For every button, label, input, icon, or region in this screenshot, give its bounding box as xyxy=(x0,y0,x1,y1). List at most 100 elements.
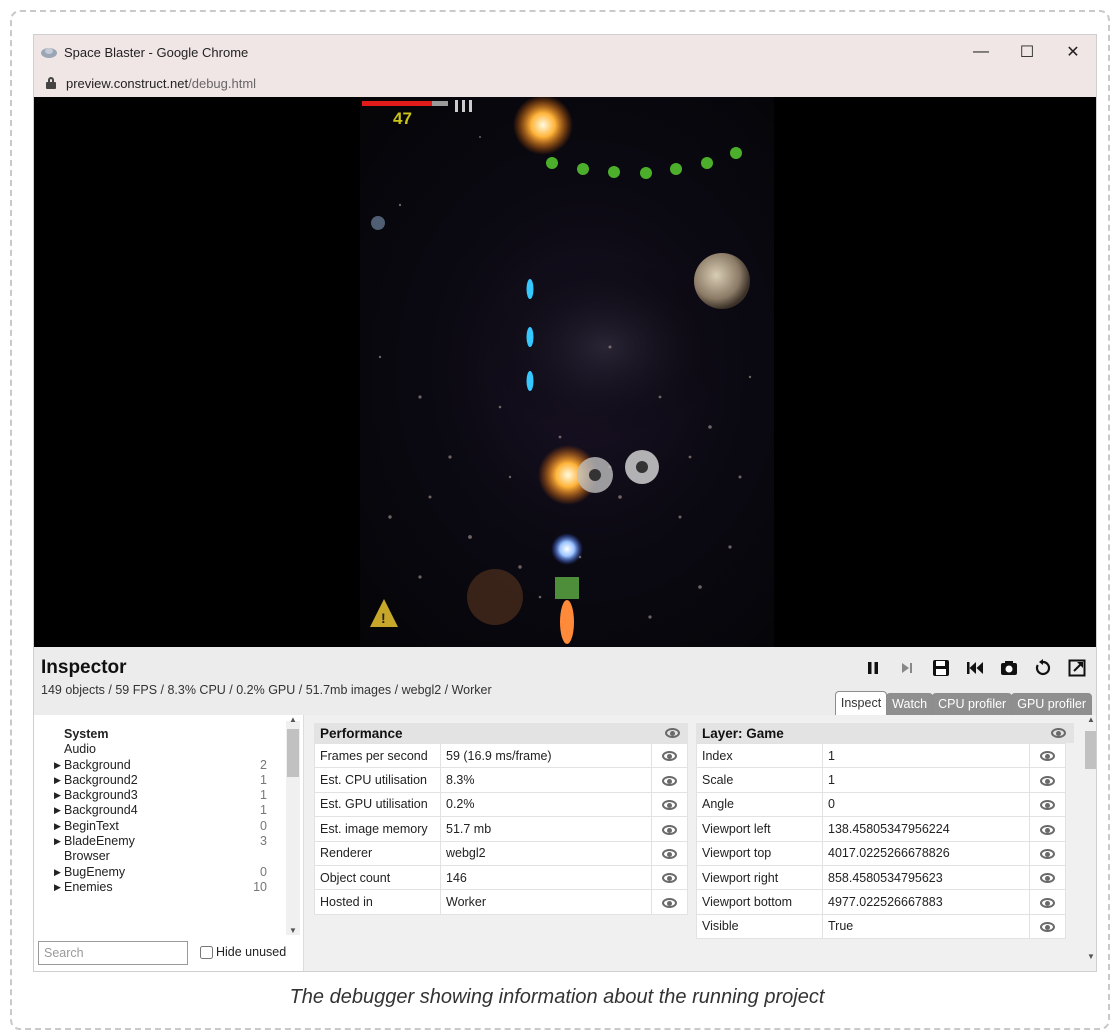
layer-table: Index 1 Scale 1 Angle 0 Viewport left 138.45805… xyxy=(696,742,1066,940)
restart-icon[interactable] xyxy=(1032,657,1054,679)
property-row: Est. CPU utilisation 8.3% xyxy=(314,767,688,793)
expand-arrow-icon[interactable]: ▶ xyxy=(54,758,64,773)
property-row: Visible True xyxy=(696,913,1066,940)
eye-icon[interactable] xyxy=(1040,897,1055,908)
properties-scrollbar[interactable]: ▲ ▼ xyxy=(1084,715,1096,961)
game-canvas[interactable]: 47 ! xyxy=(360,97,774,647)
object-count xyxy=(247,727,267,742)
property-value[interactable]: 0 xyxy=(822,791,1030,818)
expand-arrow-icon[interactable]: ▶ xyxy=(54,788,64,803)
health-bar xyxy=(362,101,432,106)
watch-toggle[interactable] xyxy=(651,791,688,818)
object-list-item[interactable]: ▶ Background 2 xyxy=(34,758,282,773)
watch-toggle[interactable] xyxy=(1029,913,1066,940)
watch-toggle[interactable] xyxy=(1029,840,1066,866)
address-bar[interactable]: preview.construct.net/debug.html xyxy=(34,69,1096,97)
restore-icon[interactable] xyxy=(964,657,986,679)
eye-icon[interactable] xyxy=(662,897,677,908)
object-list-item[interactable]: ▶ Background2 1 xyxy=(34,773,282,788)
eye-icon[interactable] xyxy=(1051,728,1066,738)
object-list-item[interactable]: ▶ BladeEnemy 3 xyxy=(34,834,282,849)
object-list-item[interactable]: ▶ BugEnemy 0 xyxy=(34,865,282,880)
hide-unused-toggle[interactable]: Hide unused xyxy=(200,945,286,959)
property-value[interactable]: 858.4580534795623 xyxy=(822,864,1030,891)
property-value[interactable]: 0.2% xyxy=(440,791,652,818)
watch-toggle[interactable] xyxy=(1029,742,1066,769)
expand-arrow-icon[interactable]: ▶ xyxy=(54,773,64,788)
expand-arrow-icon[interactable]: ▶ xyxy=(54,865,64,880)
eye-icon[interactable] xyxy=(662,848,677,859)
expand-arrow-icon[interactable]: ▶ xyxy=(54,803,64,818)
tab-inspect[interactable]: Inspect xyxy=(834,691,888,715)
eye-icon[interactable] xyxy=(662,873,677,884)
watch-toggle[interactable] xyxy=(1029,767,1066,793)
tab-watch[interactable]: Watch xyxy=(886,693,934,715)
object-list-item[interactable]: ▶ Background3 1 xyxy=(34,788,282,803)
property-value[interactable]: 138.45805347956224 xyxy=(822,816,1030,842)
inspector-title: Inspector xyxy=(41,657,127,678)
expand-arrow-icon[interactable]: ▶ xyxy=(54,834,64,849)
watch-toggle[interactable] xyxy=(651,889,688,915)
property-value[interactable]: 1 xyxy=(822,767,1030,793)
watch-toggle[interactable] xyxy=(651,864,688,891)
property-value[interactable]: 8.3% xyxy=(440,767,652,793)
eye-icon[interactable] xyxy=(1040,800,1055,811)
object-list-item[interactable]: System xyxy=(34,727,282,742)
object-name: Browser xyxy=(64,849,110,864)
property-row: Viewport bottom 4977.022526667883 xyxy=(696,889,1066,915)
close-button[interactable]: ✕ xyxy=(1050,35,1096,69)
eye-icon[interactable] xyxy=(1040,873,1055,884)
object-count: 1 xyxy=(260,803,267,818)
eye-icon[interactable] xyxy=(662,751,677,762)
expand-arrow-icon[interactable]: ▶ xyxy=(54,880,64,895)
property-value[interactable]: 59 (16.9 ms/frame) xyxy=(440,742,652,769)
eye-icon[interactable] xyxy=(1040,922,1055,933)
object-list-item[interactable]: Audio xyxy=(34,742,282,757)
property-value[interactable]: Worker xyxy=(440,889,652,915)
item-indent xyxy=(54,742,64,757)
eye-icon[interactable] xyxy=(1040,848,1055,859)
minimize-button[interactable]: — xyxy=(958,35,1004,69)
property-value[interactable]: 51.7 mb xyxy=(440,816,652,842)
property-value[interactable]: True xyxy=(822,913,1030,940)
tab-gpu-profiler[interactable]: GPU profiler xyxy=(1011,693,1092,715)
watch-toggle[interactable] xyxy=(1029,816,1066,842)
watch-toggle[interactable] xyxy=(651,767,688,793)
eye-icon[interactable] xyxy=(1040,775,1055,786)
eye-icon[interactable] xyxy=(1040,824,1055,835)
watch-toggle[interactable] xyxy=(651,840,688,866)
save-icon[interactable] xyxy=(930,657,952,679)
expand-arrow-icon[interactable]: ▶ xyxy=(54,819,64,834)
property-value[interactable]: 4017.0225266678826 xyxy=(822,840,1030,866)
title-bar: Space Blaster - Google Chrome — ☐ ✕ xyxy=(34,35,1096,69)
step-icon[interactable] xyxy=(896,657,918,679)
hide-unused-checkbox[interactable] xyxy=(200,945,213,959)
eye-icon[interactable] xyxy=(1040,751,1055,762)
watch-toggle[interactable] xyxy=(1029,889,1066,915)
maximize-button[interactable]: ☐ xyxy=(1004,35,1050,69)
bullets xyxy=(526,279,534,391)
object-list-scrollbar[interactable]: ▲ ▼ xyxy=(286,715,300,935)
pause-icon[interactable] xyxy=(862,657,884,679)
eye-icon[interactable] xyxy=(662,800,677,811)
watch-toggle[interactable] xyxy=(651,816,688,842)
tab-cpu-profiler[interactable]: CPU profiler xyxy=(932,693,1013,715)
object-list-item[interactable]: ▶ Background4 1 xyxy=(34,803,282,818)
eye-icon[interactable] xyxy=(662,775,677,786)
eye-icon[interactable] xyxy=(662,824,677,835)
window-title: Space Blaster - Google Chrome xyxy=(64,44,249,60)
object-list-item[interactable]: ▶ Enemies 10 xyxy=(34,880,282,895)
watch-toggle[interactable] xyxy=(1029,864,1066,891)
watch-toggle[interactable] xyxy=(651,742,688,769)
popout-icon[interactable] xyxy=(1066,657,1088,679)
object-list-item[interactable]: ▶ BeginText 0 xyxy=(34,819,282,834)
camera-icon[interactable] xyxy=(998,657,1020,679)
watch-toggle[interactable] xyxy=(1029,791,1066,818)
property-value[interactable]: 1 xyxy=(822,742,1030,769)
object-search-input[interactable] xyxy=(38,941,188,965)
eye-icon[interactable] xyxy=(665,728,680,738)
property-value[interactable]: webgl2 xyxy=(440,840,652,866)
object-list-item[interactable]: Browser xyxy=(34,849,282,864)
property-value[interactable]: 146 xyxy=(440,864,652,891)
property-value[interactable]: 4977.022526667883 xyxy=(822,889,1030,915)
